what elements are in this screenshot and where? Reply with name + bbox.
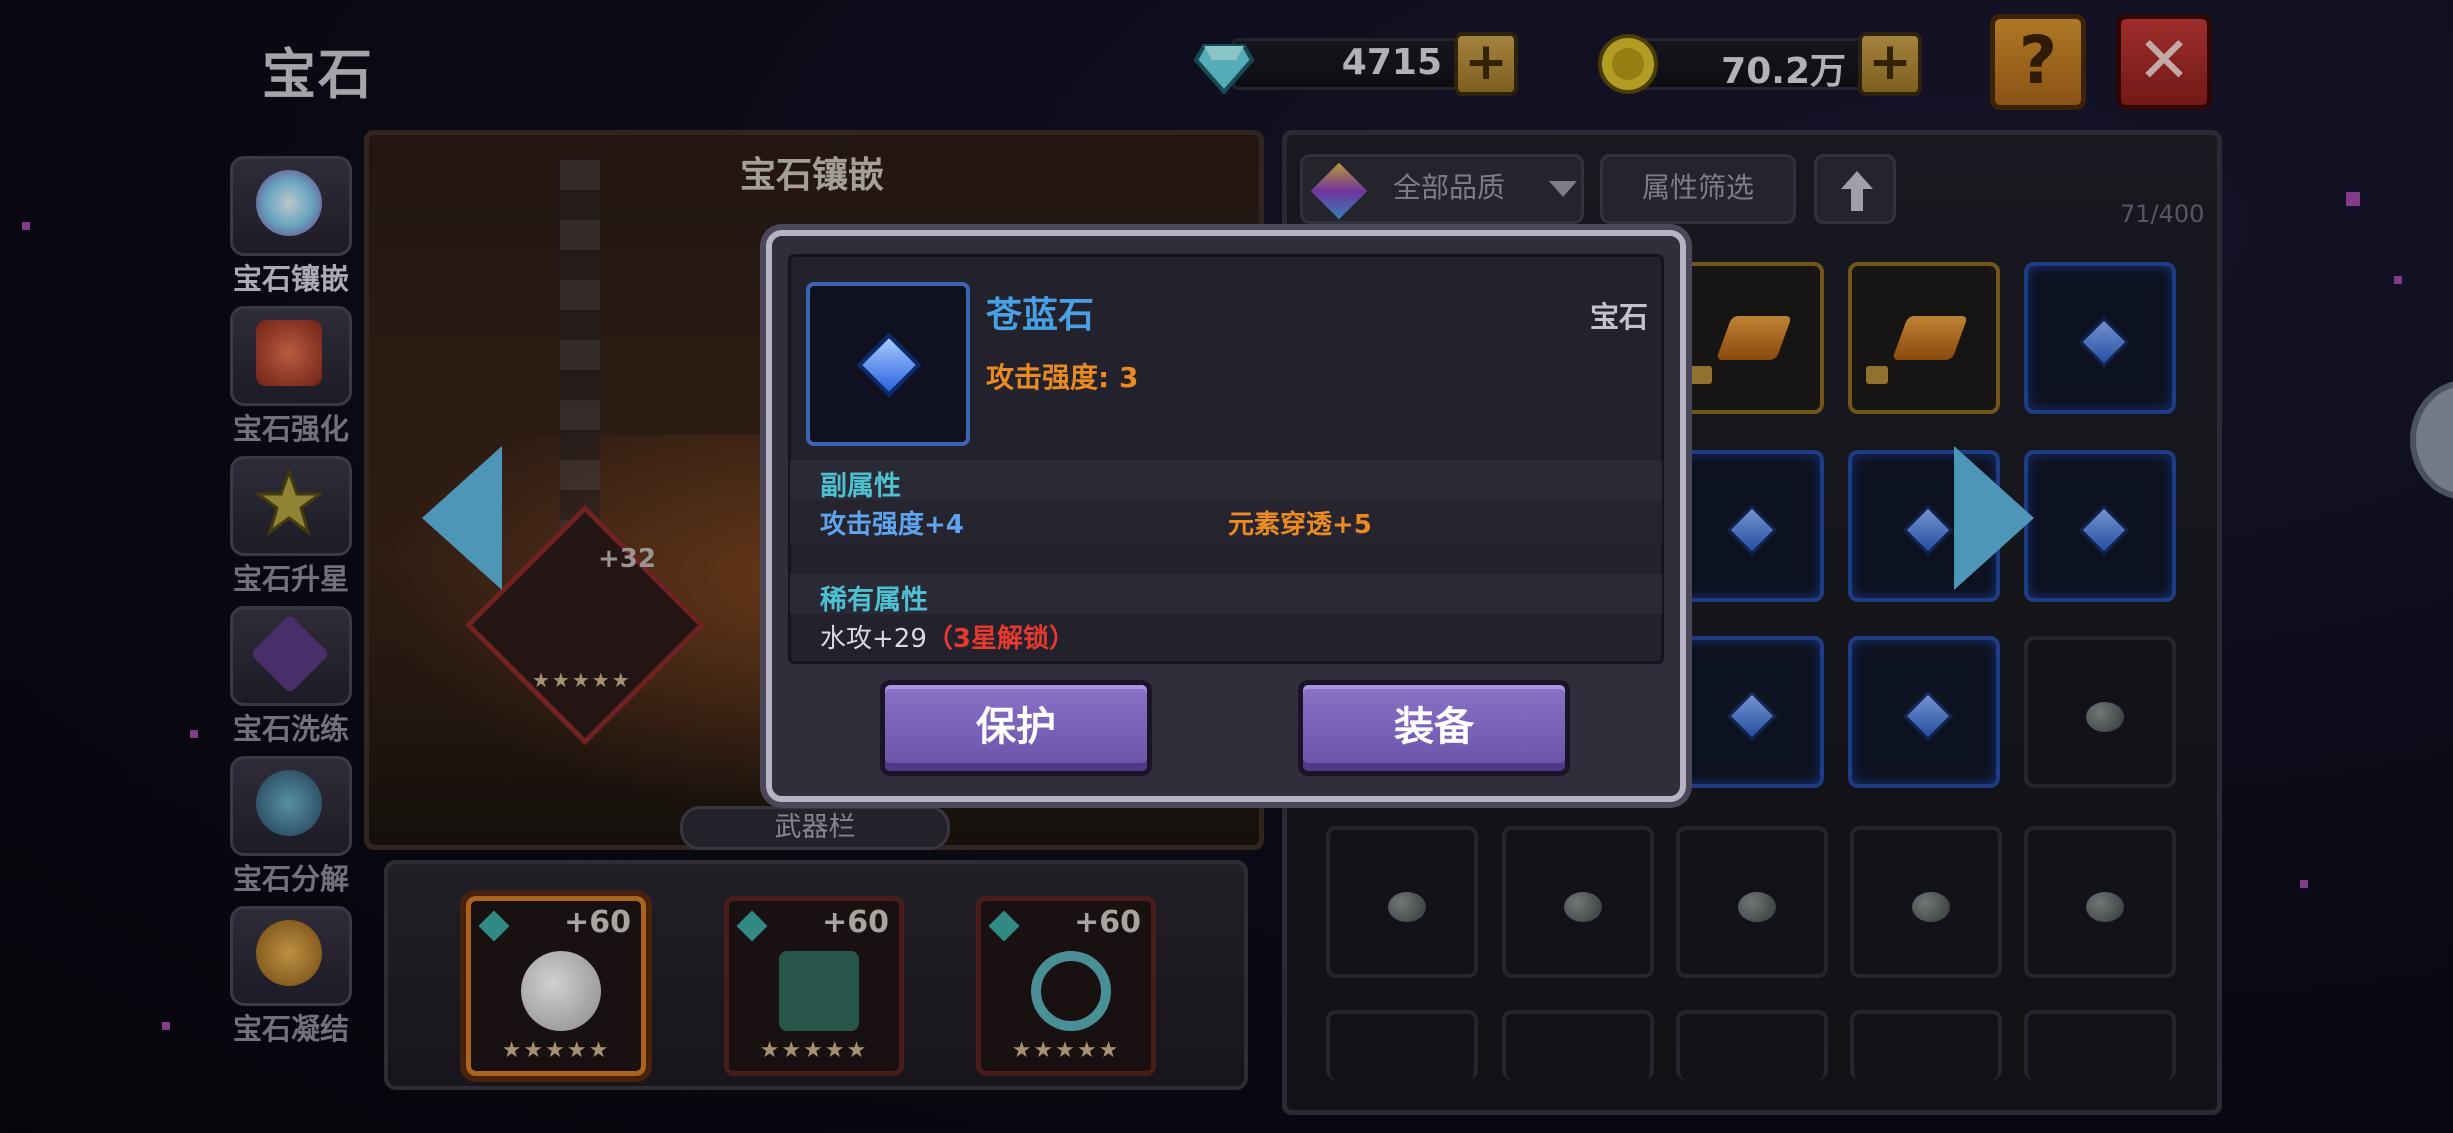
gem-type: 宝石 [1590,300,1649,334]
rare-stat-lock-note: （3星解锁） [926,624,1075,654]
section-band [790,460,1662,500]
gem-main-stat: 攻击强度: 3 [986,361,1139,394]
sub-stat: 元素穿透+5 [1228,510,1372,540]
protect-button[interactable]: 保护 [880,680,1152,776]
equip-button[interactable]: 装备 [1298,680,1570,776]
rare-attribute-header: 稀有属性 [820,585,928,616]
rare-stat: 水攻+29（3星解锁） [820,618,1075,655]
rare-stat-value: 水攻+29 [820,624,927,654]
sub-attribute-header: 副属性 [820,471,901,502]
gem-name: 苍蓝石 [986,295,1095,336]
sub-stat: 攻击强度+4 [820,510,964,540]
